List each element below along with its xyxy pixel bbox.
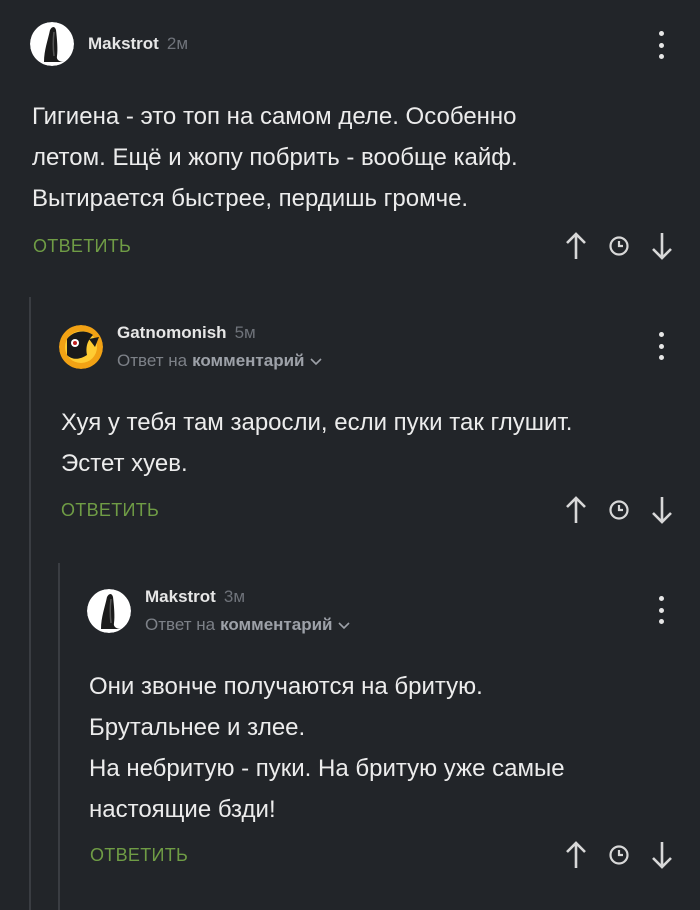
reply-to-prefix: Ответ на xyxy=(117,351,188,370)
comment-text: Хуя у тебя там заросли, если пуки так гл… xyxy=(61,402,572,484)
avatar[interactable] xyxy=(30,22,74,66)
chevron-down-icon[interactable] xyxy=(310,351,323,371)
down-arrow-icon[interactable] xyxy=(651,841,673,869)
chevron-down-icon[interactable] xyxy=(338,615,351,635)
author-name[interactable]: Gatnomonish xyxy=(117,323,227,343)
up-arrow-icon[interactable] xyxy=(565,496,587,524)
reply-button[interactable]: ОТВЕТИТЬ xyxy=(33,236,131,257)
comment-text-line: Брутальнее и злее. xyxy=(89,714,306,741)
reply-to-link[interactable]: комментарий xyxy=(192,351,304,371)
reply-button[interactable]: ОТВЕТИТЬ xyxy=(90,845,188,866)
comment-text-line: настоящие бзди! xyxy=(89,796,276,823)
comment-text-line: Хуя у тебя там заросли, если пуки так гл… xyxy=(61,409,573,436)
comment-time: 5м xyxy=(234,323,256,342)
up-arrow-icon[interactable] xyxy=(565,232,587,260)
comment-text-line: Эстет хуев. xyxy=(61,450,188,477)
comment-time: 3м xyxy=(223,587,246,606)
comment-text-line: Вытирается быстрее, пердишь громче. xyxy=(32,185,469,212)
reply-to-link[interactable]: комментарий xyxy=(220,615,332,635)
more-vertical-icon[interactable] xyxy=(656,31,666,59)
down-arrow-icon[interactable] xyxy=(651,496,673,524)
more-vertical-icon[interactable] xyxy=(656,596,666,624)
reply-to-prefix: Ответ на xyxy=(145,615,216,634)
avatar[interactable] xyxy=(87,589,131,633)
more-vertical-icon[interactable] xyxy=(656,332,666,360)
author-name[interactable]: Makstrot xyxy=(145,587,216,607)
clock-icon[interactable] xyxy=(609,236,629,256)
reply-to[interactable]: Ответ на комментарий xyxy=(145,615,351,635)
comment-text: Они звонче получаются на бритую. Бруталь… xyxy=(89,666,565,830)
down-arrow-icon[interactable] xyxy=(651,232,673,260)
reply-to[interactable]: Ответ на комментарий xyxy=(117,351,323,371)
comment-text-line: летом. Ещё и жопу побрить - вообще кайф. xyxy=(32,144,518,171)
thread-line-level-2 xyxy=(58,563,60,910)
comment-time: 2м xyxy=(166,34,189,53)
comment-text-line: На небритую - пуки. На бритую уже самые xyxy=(89,755,565,782)
reply-button[interactable]: ОТВЕТИТЬ xyxy=(61,500,159,521)
clock-icon[interactable] xyxy=(609,845,629,865)
thread-line-level-1 xyxy=(29,297,31,910)
clock-icon[interactable] xyxy=(609,500,629,520)
comment-text: Гигиена - это топ на самом деле. Особенн… xyxy=(32,96,518,219)
comment-text-line: Гигиена - это топ на самом деле. Особенн… xyxy=(32,103,517,130)
avatar[interactable] xyxy=(59,325,103,369)
comment-text-line: Они звонче получаются на бритую. xyxy=(89,673,483,700)
author-name[interactable]: Makstrot xyxy=(88,34,159,54)
up-arrow-icon[interactable] xyxy=(565,841,587,869)
